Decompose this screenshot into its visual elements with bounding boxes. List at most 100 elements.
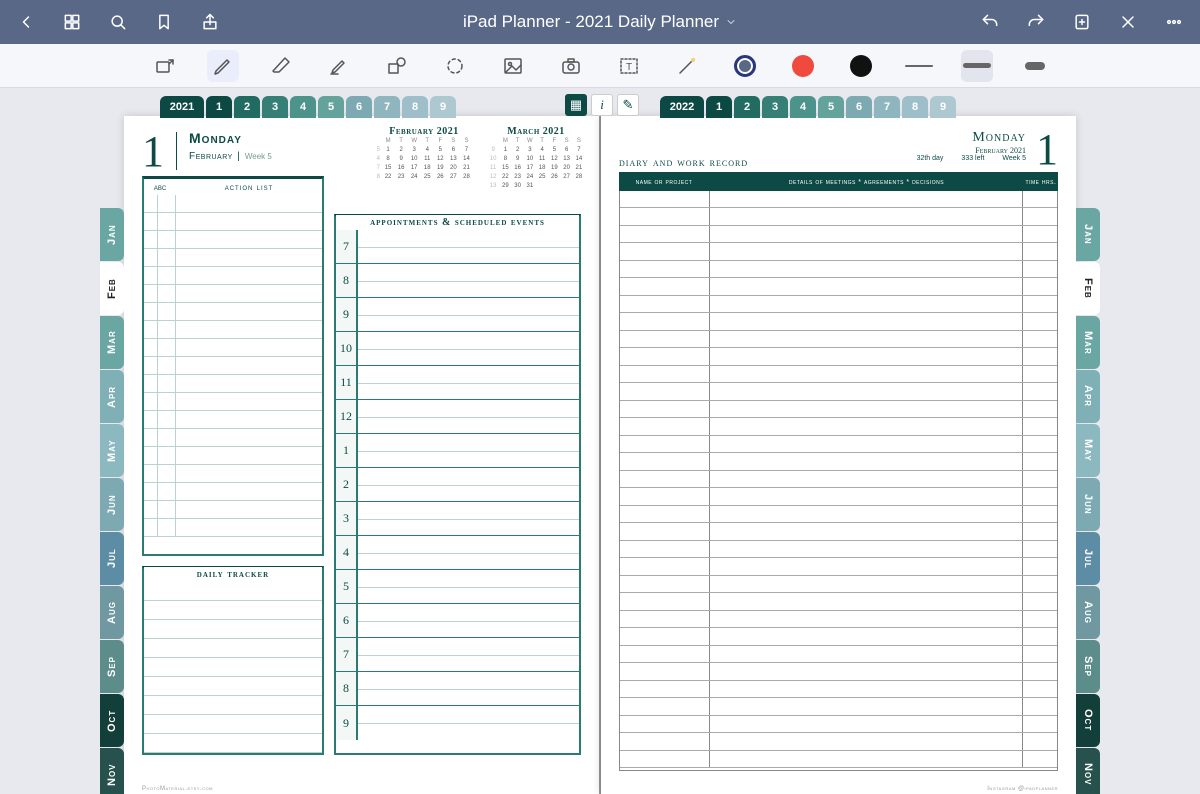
num-tab-1[interactable]: 1: [206, 96, 232, 118]
edit-icon[interactable]: ✎: [617, 94, 639, 116]
month-tab-apr[interactable]: Apr: [100, 370, 124, 423]
appt-slot[interactable]: 6: [336, 604, 579, 638]
appt-slot[interactable]: 4: [336, 536, 579, 570]
month-tab-mar[interactable]: Mar: [1076, 316, 1100, 369]
appt-slot[interactable]: 12: [336, 400, 579, 434]
daily-tracker[interactable]: daily tracker: [142, 566, 324, 755]
appt-slot[interactable]: 7: [336, 638, 579, 672]
month-tab-jan[interactable]: Jan: [1076, 208, 1100, 261]
search-icon[interactable]: [106, 10, 130, 34]
lasso-tool[interactable]: [439, 50, 471, 82]
shape-tool[interactable]: [381, 50, 413, 82]
month-tab-mar[interactable]: Mar: [100, 316, 124, 369]
left-page[interactable]: 1 Monday February | Week 5 February 2021…: [124, 116, 600, 794]
line-thick[interactable]: [1019, 50, 1051, 82]
month-tabs-left: JanFebMarAprMayJunJulAugSepOctNovDec: [100, 208, 124, 794]
num-tab-5[interactable]: 5: [818, 96, 844, 118]
num-tab-4[interactable]: 4: [290, 96, 316, 118]
month-tab-jun[interactable]: Jun: [1076, 478, 1100, 531]
appt-slot[interactable]: 3: [336, 502, 579, 536]
diary-grid[interactable]: [619, 191, 1058, 771]
num-tab-3[interactable]: 3: [262, 96, 288, 118]
appt-slot[interactable]: 11: [336, 366, 579, 400]
month-tab-oct[interactable]: Oct: [100, 694, 124, 747]
more-icon[interactable]: [1162, 10, 1186, 34]
num-tab-2[interactable]: 2: [234, 96, 260, 118]
appt-slot[interactable]: 5: [336, 570, 579, 604]
new-page-icon[interactable]: [1070, 10, 1094, 34]
info-icon[interactable]: i: [591, 94, 613, 116]
month-tab-sep[interactable]: Sep: [100, 640, 124, 693]
appt-slot[interactable]: 2: [336, 468, 579, 502]
share-icon[interactable]: [198, 10, 222, 34]
color-red[interactable]: [787, 50, 819, 82]
month-tab-jan[interactable]: Jan: [100, 208, 124, 261]
camera-tool[interactable]: [555, 50, 587, 82]
color-navy[interactable]: [729, 50, 761, 82]
month-tab-may[interactable]: May: [1076, 424, 1100, 477]
mini-cal[interactable]: February 2021MTWTFSS51234567489101112131…: [375, 126, 473, 190]
num-tab-1[interactable]: 1: [706, 96, 732, 118]
canvas[interactable]: 2021123456789 2022123456789 ▦ i ✎ JanFeb…: [0, 88, 1200, 794]
appt-slot[interactable]: 7: [336, 230, 579, 264]
appt-slot[interactable]: 8: [336, 264, 579, 298]
month-label: February: [189, 151, 233, 162]
appointments[interactable]: appointments & scheduled events 78910111…: [334, 214, 581, 755]
right-page[interactable]: diary and work record Monday February 20…: [600, 116, 1076, 794]
line-thin[interactable]: [903, 50, 935, 82]
zoom-tool[interactable]: [149, 50, 181, 82]
ruler-tool[interactable]: [671, 50, 703, 82]
action-list[interactable]: abc action list: [142, 176, 324, 556]
back-icon[interactable]: [14, 10, 38, 34]
highlighter-tool[interactable]: [323, 50, 355, 82]
calendar-icon[interactable]: ▦: [565, 94, 587, 116]
num-tab-5[interactable]: 5: [318, 96, 344, 118]
month-tab-feb[interactable]: Feb: [100, 262, 124, 315]
mini-cal[interactable]: March 2021MTWTFSS91234567108910111213141…: [487, 126, 585, 190]
appt-slot[interactable]: 1: [336, 434, 579, 468]
documents-icon[interactable]: [60, 10, 84, 34]
month-tab-sep[interactable]: Sep: [1076, 640, 1100, 693]
year-tab[interactable]: 2022: [660, 96, 704, 118]
month-tab-nov[interactable]: Nov: [100, 748, 124, 794]
num-tab-6[interactable]: 6: [346, 96, 372, 118]
text-tool[interactable]: T: [613, 50, 645, 82]
num-tab-8[interactable]: 8: [902, 96, 928, 118]
month-tab-nov[interactable]: Nov: [1076, 748, 1100, 794]
eraser-tool[interactable]: [265, 50, 297, 82]
num-tab-3[interactable]: 3: [762, 96, 788, 118]
num-tab-2[interactable]: 2: [734, 96, 760, 118]
month-tab-jun[interactable]: Jun: [100, 478, 124, 531]
num-tab-9[interactable]: 9: [430, 96, 456, 118]
month-tab-apr[interactable]: Apr: [1076, 370, 1100, 423]
col-details: details of meetings * agreements * decis…: [709, 179, 1024, 186]
bookmark-icon[interactable]: [152, 10, 176, 34]
month-tab-jul[interactable]: Jul: [1076, 532, 1100, 585]
num-tab-9[interactable]: 9: [930, 96, 956, 118]
abc-label: abc: [144, 183, 176, 192]
month-tab-jul[interactable]: Jul: [100, 532, 124, 585]
line-med[interactable]: [961, 50, 993, 82]
month-tab-aug[interactable]: Aug: [1076, 586, 1100, 639]
month-tab-aug[interactable]: Aug: [100, 586, 124, 639]
month-tab-oct[interactable]: Oct: [1076, 694, 1100, 747]
appt-slot[interactable]: 8: [336, 672, 579, 706]
appt-slot[interactable]: 9: [336, 706, 579, 740]
image-tool[interactable]: [497, 50, 529, 82]
appt-slot[interactable]: 10: [336, 332, 579, 366]
doc-title[interactable]: iPad Planner - 2021 Daily Planner: [222, 12, 978, 32]
undo-icon[interactable]: [978, 10, 1002, 34]
close-icon[interactable]: [1116, 10, 1140, 34]
pen-tool[interactable]: [207, 50, 239, 82]
month-tab-may[interactable]: May: [100, 424, 124, 477]
num-tab-6[interactable]: 6: [846, 96, 872, 118]
num-tab-4[interactable]: 4: [790, 96, 816, 118]
year-tab[interactable]: 2021: [160, 96, 204, 118]
num-tab-7[interactable]: 7: [874, 96, 900, 118]
num-tab-7[interactable]: 7: [374, 96, 400, 118]
redo-icon[interactable]: [1024, 10, 1048, 34]
month-tab-feb[interactable]: Feb: [1076, 262, 1100, 315]
color-black[interactable]: [845, 50, 877, 82]
appt-slot[interactable]: 9: [336, 298, 579, 332]
num-tab-8[interactable]: 8: [402, 96, 428, 118]
